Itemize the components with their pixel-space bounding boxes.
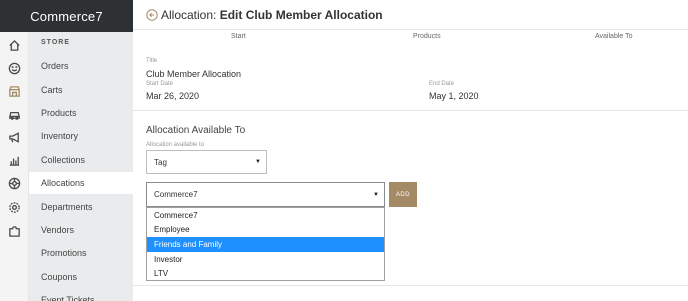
icon-rail [0, 32, 29, 301]
tag-dropdown-list: Commerce7 Employee Friends and Family In… [146, 207, 385, 281]
page-title-text: Edit Club Member Allocation [219, 8, 383, 22]
dropdown-option[interactable]: Investor [147, 252, 384, 267]
settings-icon[interactable] [7, 200, 22, 215]
page-title-prefix: Allocation: [161, 8, 217, 22]
title-label: Title [146, 58, 158, 64]
sidebar-item-event-tickets[interactable]: Event Tickets [29, 289, 133, 301]
available-to-label: Allocation available to [146, 142, 205, 148]
bar-chart-icon[interactable] [7, 153, 22, 168]
megaphone-icon[interactable] [7, 130, 22, 145]
available-to-select[interactable]: Tag ▼ [146, 150, 267, 174]
store-icon[interactable] [7, 84, 22, 99]
smile-icon[interactable] [7, 61, 22, 76]
start-date-value: Mar 26, 2020 [146, 91, 200, 101]
home-icon[interactable] [7, 38, 22, 53]
aperture-icon[interactable] [7, 176, 22, 191]
step-products[interactable]: Products [413, 33, 441, 40]
add-button[interactable]: ADD [389, 182, 417, 207]
step-tabs: Start Products Available To [133, 30, 688, 44]
chevron-down-icon: ▼ [373, 191, 379, 198]
sidebar-item-inventory[interactable]: Inventory [29, 125, 133, 147]
end-date-value: May 1, 2020 [429, 91, 479, 101]
back-arrow-icon[interactable] [146, 9, 158, 21]
page-title: Allocation: Edit Club Member Allocation [161, 8, 383, 22]
sidebar-item-orders[interactable]: Orders [29, 55, 133, 77]
available-to-value: Tag [154, 157, 167, 167]
title-value: Club Member Allocation [146, 69, 242, 79]
step-available-to[interactable]: Available To [595, 33, 633, 40]
sidebar-item-departments[interactable]: Departments [29, 196, 133, 218]
dropdown-option[interactable]: Employee [147, 222, 384, 237]
step-start[interactable]: Start [231, 33, 246, 40]
tag-select-value: Commerce7 [154, 190, 198, 199]
sidebar-item-promotions[interactable]: Promotions [29, 242, 133, 264]
bottom-divider [133, 285, 688, 286]
page-header: Allocation: Edit Club Member Allocation [133, 0, 688, 30]
sidebar-item-collections[interactable]: Collections [29, 149, 133, 171]
chevron-down-icon: ▼ [255, 159, 261, 165]
sidebar-item-products[interactable]: Products [29, 102, 133, 124]
brand-name: Commerce7 [30, 8, 103, 24]
sidebar-item-allocations[interactable]: Allocations [29, 172, 133, 194]
dropdown-option-highlighted[interactable]: Friends and Family [147, 237, 384, 252]
sidebar-heading: STORE [41, 39, 70, 46]
section-divider [133, 110, 688, 111]
car-icon[interactable] [7, 107, 22, 122]
brand-logo[interactable]: Commerce7 [0, 0, 133, 32]
puzzle-icon[interactable] [7, 224, 22, 239]
end-date-label: End Date [429, 81, 455, 87]
start-date-label: Start Date [146, 81, 174, 87]
tag-select[interactable]: Commerce7 ▼ [146, 182, 385, 207]
dropdown-option[interactable]: LTV [147, 266, 384, 281]
section-title: Allocation Available To [146, 125, 246, 136]
sidebar-item-vendors[interactable]: Vendors [29, 219, 133, 241]
sidebar-item-carts[interactable]: Carts [29, 79, 133, 101]
dropdown-option[interactable]: Commerce7 [147, 208, 384, 223]
sidebar-nav: STORE Orders Carts Products Inventory Co… [29, 32, 133, 301]
sidebar-item-coupons[interactable]: Coupons [29, 266, 133, 288]
